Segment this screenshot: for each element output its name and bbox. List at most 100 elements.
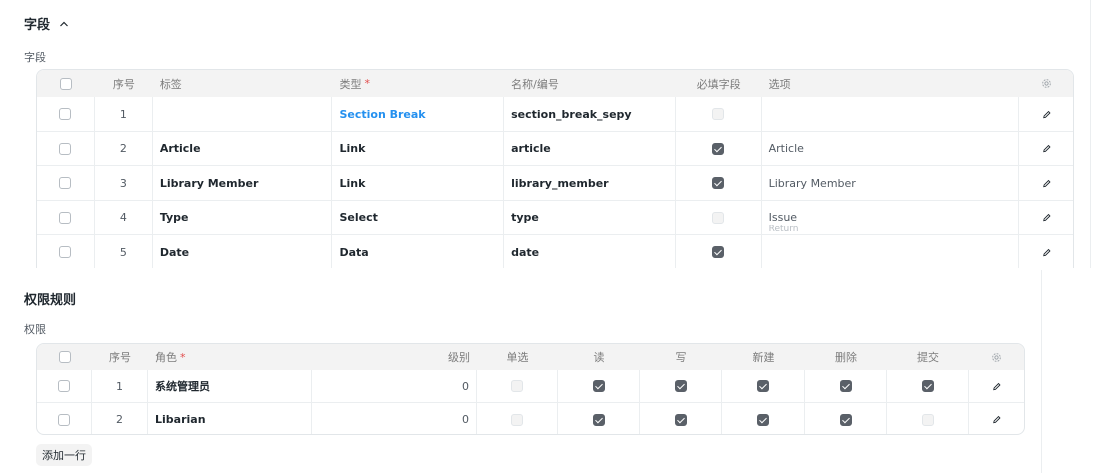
gear-icon[interactable] [991,352,1002,363]
read-checkbox[interactable] [592,413,605,426]
mandatory-checkbox[interactable] [712,177,725,189]
row-options[interactable]: Library Member [762,166,1020,200]
if-owner-checkbox[interactable] [511,380,523,392]
row-label[interactable]: Library Member [153,166,333,200]
delete-cell [805,370,887,402]
write-checkbox[interactable] [674,413,687,426]
row-index: 3 [95,166,153,200]
select-all-checkbox[interactable] [59,77,72,90]
row-type[interactable]: Select [332,201,505,234]
row-checkbox[interactable] [59,142,72,155]
create-cell [722,403,805,434]
pencil-icon[interactable] [1041,247,1052,258]
row-type[interactable]: Data [332,235,505,268]
header-index: 序号 [109,351,131,364]
permissions-section: 权限规则 权限 序号 角色 * 级别 单选 读 写 新建 删除 提交 1 系统管… [24,270,1042,473]
header-read: 读 [593,351,605,364]
row-checkbox[interactable] [59,177,72,189]
row-role[interactable]: 系统管理员 [148,370,312,402]
pencil-icon[interactable] [1041,178,1052,189]
pencil-icon[interactable] [1041,109,1052,120]
submit-cell [887,370,969,402]
header-delete: 删除 [835,351,857,364]
submit-checkbox[interactable] [921,380,934,392]
gear-icon[interactable] [1041,78,1052,89]
if-owner-checkbox[interactable] [511,413,523,426]
chevron-up-icon[interactable] [58,18,70,30]
if-owner-cell [477,370,558,402]
read-cell [558,403,640,434]
row-type[interactable]: Section Break [332,97,505,131]
table-row[interactable]: 1 系统管理员 0 [37,370,1024,403]
row-label[interactable]: Date [153,235,333,268]
row-index: 1 [92,370,148,402]
header-submit: 提交 [917,351,939,364]
row-index: 1 [95,97,153,131]
read-checkbox[interactable] [592,380,605,392]
row-edit-cell [969,403,1024,434]
table-row[interactable]: 1 Section Break section_break_sepy [37,97,1073,132]
submit-checkbox[interactable] [921,413,934,426]
add-row-button[interactable]: 添加一行 [36,444,92,466]
row-role[interactable]: Libarian [148,403,312,434]
row-checkbox[interactable] [59,108,72,120]
row-checkbox[interactable] [58,380,70,392]
row-type[interactable]: Link [332,166,505,200]
table-row[interactable]: 5 Date Data date [37,235,1073,268]
permissions-section-title: 权限规则 [24,293,77,308]
table-row[interactable]: 2 Libarian 0 [37,403,1024,434]
row-edit-cell [1019,132,1073,165]
row-label[interactable]: Type [153,201,333,234]
pencil-icon[interactable] [1041,143,1052,154]
row-level[interactable]: 0 [312,370,477,402]
header-if-owner: 单选 [506,351,529,364]
row-checkbox[interactable] [59,246,72,258]
create-cell [722,370,805,402]
row-mandatory-cell [676,166,762,200]
column-settings-cell [969,344,1024,370]
write-checkbox[interactable] [674,380,687,392]
row-checkbox[interactable] [59,211,72,224]
row-level[interactable]: 0 [312,403,477,434]
select-all-cell [37,70,95,97]
row-index: 2 [92,403,148,434]
header-level: 级别 [448,351,470,364]
table-row[interactable]: 4 Type Select type Issue Return [37,201,1073,235]
row-fieldname[interactable]: type [504,201,676,234]
row-mandatory-cell [676,97,762,131]
row-index: 4 [95,201,153,234]
mandatory-checkbox[interactable] [712,246,725,258]
delete-checkbox[interactable] [839,380,852,392]
create-checkbox[interactable] [757,413,769,426]
submit-cell [887,403,969,434]
delete-checkbox[interactable] [839,413,852,426]
row-edit-cell [1019,166,1073,200]
pencil-icon[interactable] [991,414,1002,425]
fields-section-title[interactable]: 字段 [24,14,70,33]
row-options[interactable] [762,97,1020,131]
row-options[interactable] [762,235,1020,268]
select-all-checkbox[interactable] [58,351,71,363]
row-checkbox[interactable] [58,413,70,426]
pencil-icon[interactable] [1041,212,1052,223]
row-options[interactable]: Issue Return [762,201,1020,234]
options-line-cut: Return [768,225,799,231]
table-row[interactable]: 3 Library Member Link library_member Lib… [37,166,1073,201]
row-fieldname[interactable]: library_member [504,166,676,200]
row-fieldname[interactable]: article [504,132,676,165]
mandatory-checkbox[interactable] [712,211,725,224]
row-options[interactable]: Article [762,132,1020,165]
row-fieldname[interactable]: date [504,235,676,268]
row-type[interactable]: Link [332,132,505,165]
fields-section: 字段 字段 序号 标签 类型 * 名称/编号 必填字段 选项 1 Section… [24,0,1091,268]
write-cell [640,370,722,402]
row-label[interactable]: Article [153,132,333,165]
create-checkbox[interactable] [757,380,769,392]
table-row[interactable]: 2 Article Link article Article [37,132,1073,166]
row-select-cell [37,403,92,434]
row-label[interactable] [153,97,333,131]
mandatory-checkbox[interactable] [712,108,725,120]
row-fieldname[interactable]: section_break_sepy [504,97,676,131]
mandatory-checkbox[interactable] [712,142,725,155]
pencil-icon[interactable] [991,381,1002,392]
